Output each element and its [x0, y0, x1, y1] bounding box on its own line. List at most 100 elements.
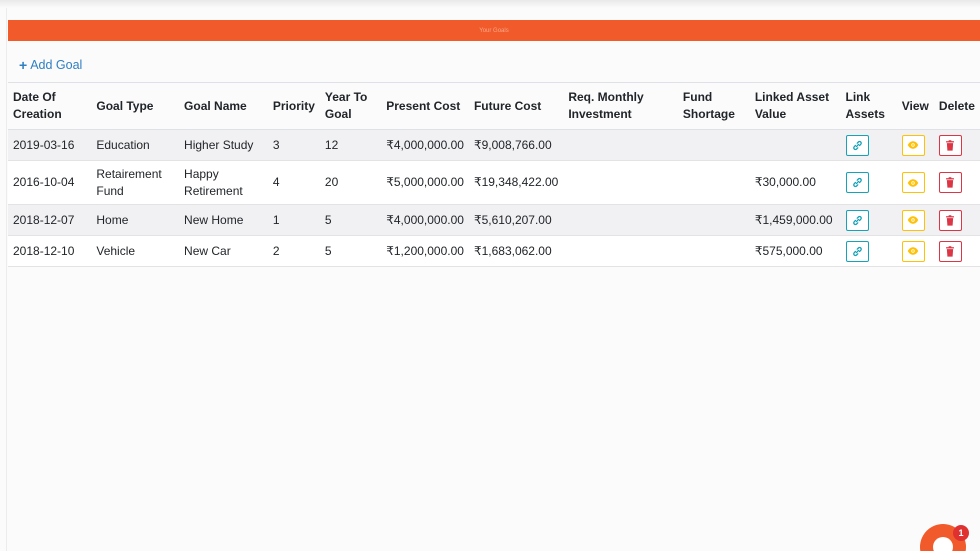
view-button[interactable] [901, 172, 925, 193]
cell-priority: 3 [267, 129, 320, 161]
cell-date: 2016-10-04 [8, 160, 92, 205]
plus-icon: + [19, 57, 28, 73]
cell-req-monthly-investment [563, 204, 678, 236]
trash-icon [946, 139, 955, 151]
view-button[interactable] [901, 209, 925, 231]
table-row: 2019-03-16 Education Higher Study 3 12 ₹… [8, 129, 980, 161]
cell-goal-name: Higher Study [179, 129, 268, 161]
cell-future-cost: ₹9,008,766.00 [468, 129, 564, 161]
top-shadow [0, 0, 980, 8]
trash-icon [946, 214, 955, 226]
link-icon [852, 215, 862, 225]
cell-req-monthly-investment [563, 160, 678, 205]
trash-icon [946, 177, 955, 188]
cell-year-to-goal: 20 [319, 160, 382, 205]
cell-goal-type: Vehicle [91, 235, 180, 267]
view-button[interactable] [901, 134, 925, 156]
cell-req-monthly-investment [563, 129, 678, 161]
eye-icon [908, 216, 919, 224]
delete-button[interactable] [938, 240, 962, 262]
table-row: 2016-10-04 Retairement Fund Happy Retire… [8, 160, 980, 205]
link-assets-button[interactable] [845, 172, 869, 193]
cell-goal-name: New Home [179, 204, 268, 236]
table-row: 2018-12-07 Home New Home 1 5 ₹4,000,000.… [8, 204, 980, 236]
goals-table: Date Of Creation Goal Type Goal Name Pri… [8, 83, 980, 267]
col-goal-name: Goal Name [179, 83, 268, 130]
view-button[interactable] [901, 240, 925, 262]
link-assets-button[interactable] [845, 134, 869, 156]
cell-date: 2018-12-10 [8, 235, 92, 267]
delete-button[interactable] [938, 209, 962, 231]
link-icon [852, 177, 862, 188]
add-goal-label: Add Goal [30, 58, 83, 72]
cell-goal-type: Retairement Fund [91, 160, 180, 205]
col-fund-shortage: Fund Shortage [677, 83, 750, 130]
col-priority: Priority [267, 83, 320, 130]
cell-fund-shortage [677, 235, 750, 267]
link-icon [852, 246, 862, 256]
link-assets-button[interactable] [845, 209, 869, 231]
col-view: View [896, 83, 934, 130]
cell-fund-shortage [677, 204, 750, 236]
cell-goal-type: Education [91, 129, 180, 161]
cell-view [896, 235, 934, 267]
cell-link-assets [840, 235, 897, 267]
cell-link-assets [840, 160, 897, 205]
delete-button[interactable] [938, 134, 962, 156]
cell-fund-shortage [677, 129, 750, 161]
chat-icon [933, 537, 953, 551]
header-bar: Your Goals [8, 20, 980, 41]
cell-year-to-goal: 12 [319, 129, 382, 161]
cell-view [896, 160, 934, 205]
cell-future-cost: ₹5,610,207.00 [468, 204, 564, 236]
cell-date: 2018-12-07 [8, 204, 92, 236]
cell-linked-asset-value: ₹30,000.00 [749, 160, 841, 205]
cell-view [896, 204, 934, 236]
cell-date: 2019-03-16 [8, 129, 92, 161]
cell-link-assets [840, 129, 897, 161]
cell-present-cost: ₹1,200,000.00 [381, 235, 469, 267]
col-date-of-creation: Date Of Creation [8, 83, 92, 130]
cell-delete [933, 204, 980, 236]
table-header-row: Date Of Creation Goal Type Goal Name Pri… [8, 83, 980, 130]
cell-year-to-goal: 5 [319, 235, 382, 267]
cell-future-cost: ₹19,348,422.00 [468, 160, 564, 205]
cell-linked-asset-value [749, 129, 841, 161]
cell-year-to-goal: 5 [319, 204, 382, 236]
cell-req-monthly-investment [563, 235, 678, 267]
col-goal-type: Goal Type [91, 83, 180, 130]
eye-icon [908, 247, 919, 255]
add-goal-button[interactable]: + Add Goal [19, 58, 82, 72]
cell-present-cost: ₹5,000,000.00 [381, 160, 469, 205]
eye-icon [908, 178, 919, 187]
goals-table-container: Date Of Creation Goal Type Goal Name Pri… [8, 82, 980, 267]
cell-priority: 2 [267, 235, 320, 267]
col-future-cost: Future Cost [468, 83, 564, 130]
cell-goal-name: New Car [179, 235, 268, 267]
left-border [6, 8, 7, 551]
cell-link-assets [840, 204, 897, 236]
chat-notification-badge: 1 [953, 525, 969, 541]
cell-priority: 4 [267, 160, 320, 205]
header-bar-text: Your Goals [479, 27, 509, 34]
cell-delete [933, 160, 980, 205]
cell-future-cost: ₹1,683,062.00 [468, 235, 564, 267]
col-delete: Delete [933, 83, 980, 130]
col-link-assets: Link Assets [840, 83, 897, 130]
cell-priority: 1 [267, 204, 320, 236]
cell-goal-name: Happy Retirement [179, 160, 268, 205]
eye-icon [908, 141, 919, 149]
trash-icon [946, 245, 955, 257]
link-assets-button[interactable] [845, 240, 869, 262]
delete-button[interactable] [938, 172, 962, 193]
cell-linked-asset-value: ₹1,459,000.00 [749, 204, 841, 236]
col-linked-asset-value: Linked Asset Value [749, 83, 841, 130]
table-row: 2018-12-10 Vehicle New Car 2 5 ₹1,200,00… [8, 235, 980, 267]
cell-view [896, 129, 934, 161]
col-present-cost: Present Cost [381, 83, 469, 130]
cell-linked-asset-value: ₹575,000.00 [749, 235, 841, 267]
cell-present-cost: ₹4,000,000.00 [381, 204, 469, 236]
cell-delete [933, 235, 980, 267]
col-req-monthly-investment: Req. Monthly Investment [563, 83, 678, 130]
link-icon [852, 140, 862, 150]
